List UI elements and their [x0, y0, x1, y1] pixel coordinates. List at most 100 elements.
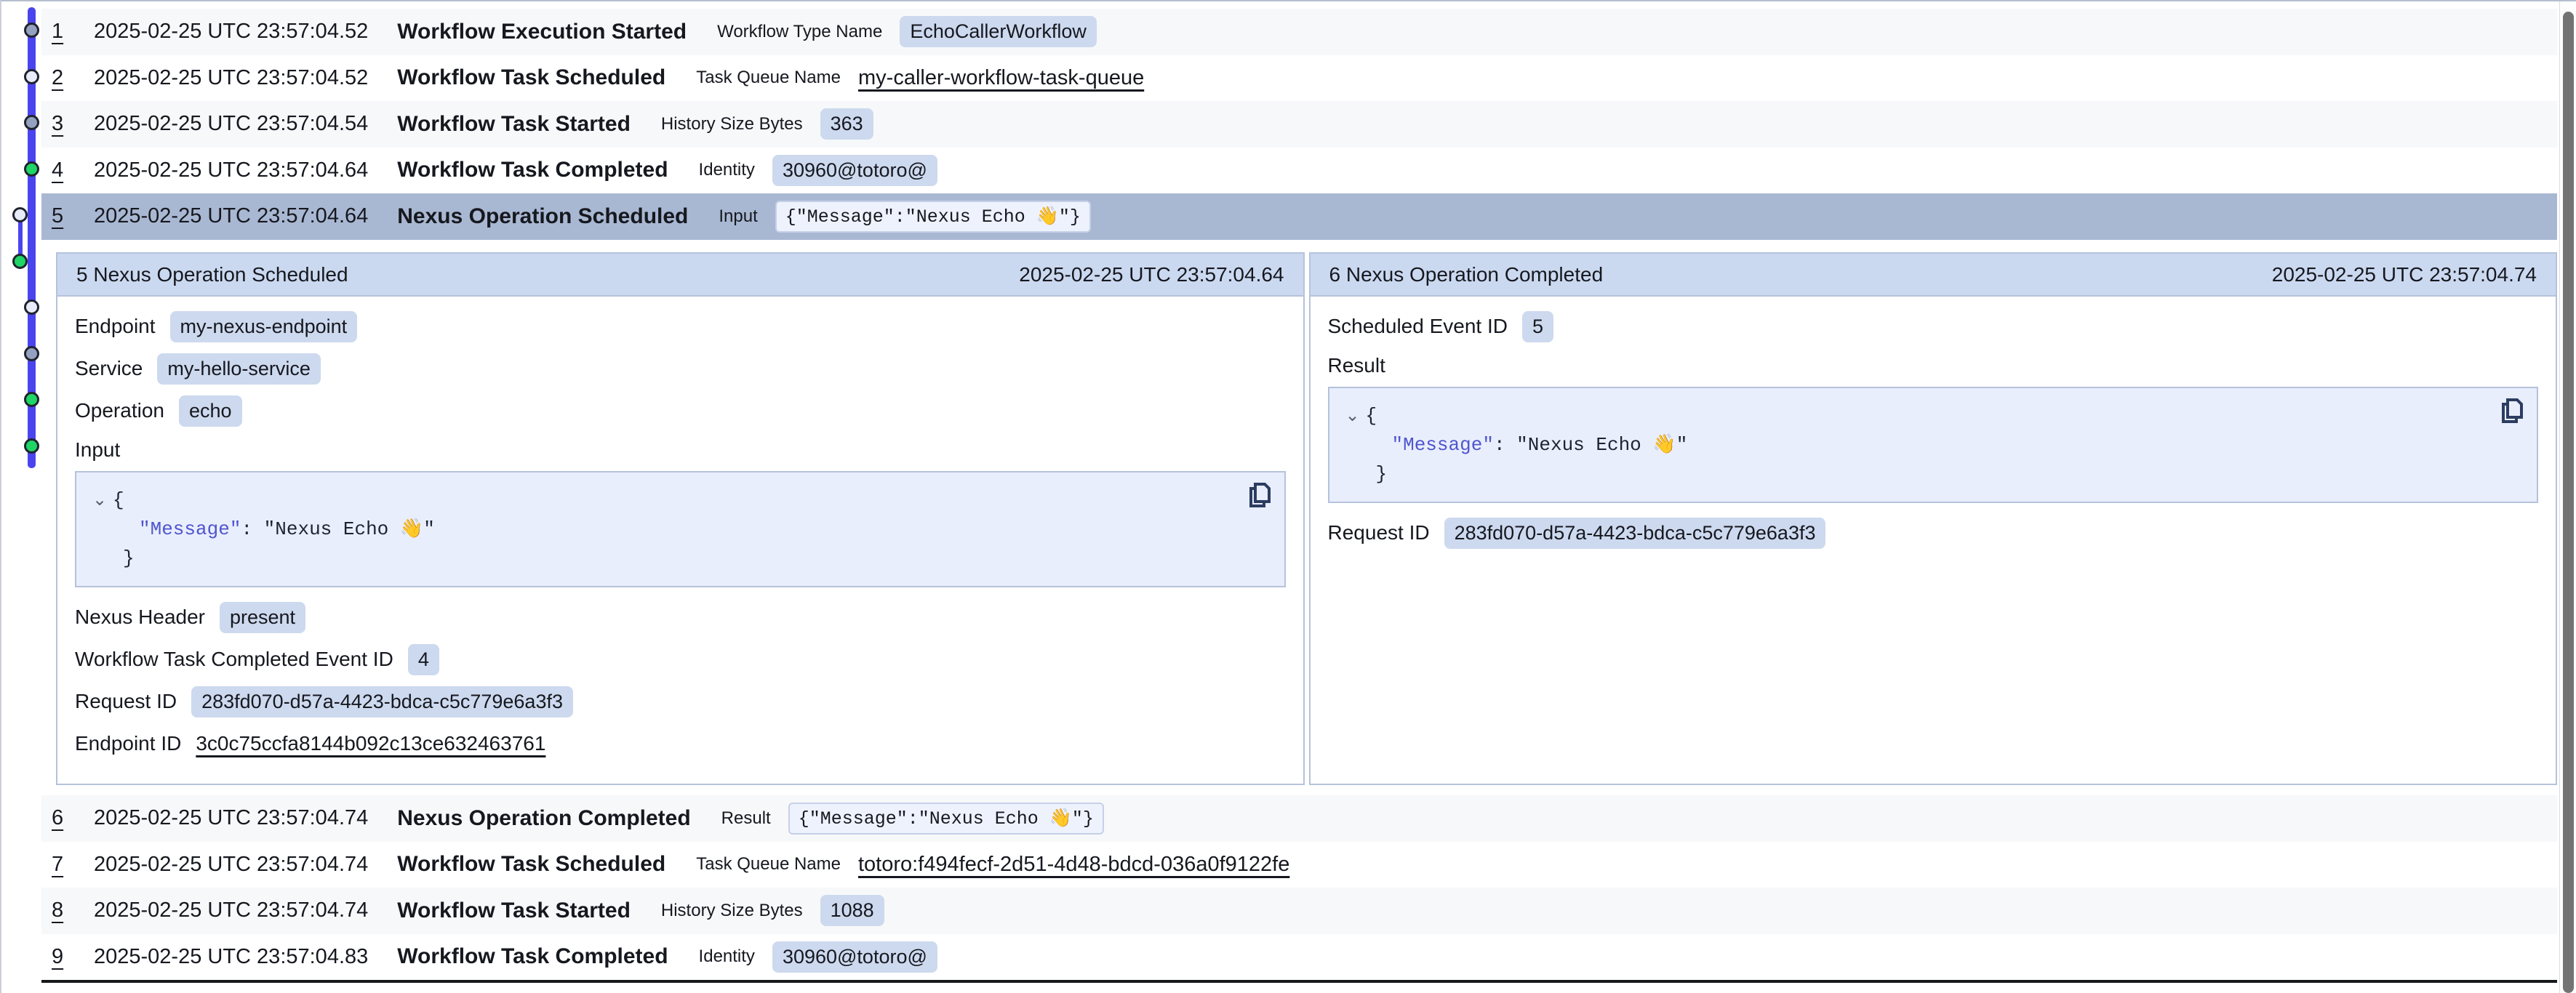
json-value: "Nexus Echo 👋" [1516, 434, 1687, 456]
detail-field-value[interactable]: 3c0c75ccfa8144b092c13ce632463761 [196, 732, 545, 755]
payload-json-viewer: ⌄{ "Message": "Nexus Echo 👋" } [75, 471, 1286, 587]
timeline-event-dot[interactable] [24, 161, 39, 177]
event-id-link[interactable]: 3 [52, 112, 73, 136]
detail-field-value: my-nexus-endpoint [170, 311, 358, 342]
detail-field-label: Request ID [1328, 521, 1430, 544]
collapse-chevron-icon[interactable]: ⌄ [92, 486, 113, 515]
event-name: Nexus Operation Scheduled [397, 204, 688, 229]
detail-field: Workflow Task Completed Event ID 4 [75, 643, 1286, 676]
json-open-brace: { [1366, 405, 1377, 427]
event-detail-group: 5 Nexus Operation Scheduled 2025-02-25 U… [56, 252, 2557, 785]
event-id-link[interactable]: 8 [52, 898, 73, 922]
json-line: ⌄{ [1345, 401, 2521, 430]
event-detail-panel-completed: 6 Nexus Operation Completed 2025-02-25 U… [1309, 252, 2558, 785]
event-row[interactable]: 7 2025-02-25 UTC 23:57:04.74 Workflow Ta… [41, 842, 2557, 888]
event-attr-label: Task Queue Name [696, 68, 841, 88]
scrollbar-thumb[interactable] [2563, 12, 2574, 993]
event-row[interactable]: 9 2025-02-25 UTC 23:57:04.83 Workflow Ta… [41, 934, 2557, 981]
event-list-bottom: 6 2025-02-25 UTC 23:57:04.74 Nexus Opera… [41, 795, 2557, 980]
event-row[interactable]: 1 2025-02-25 UTC 23:57:04.52 Workflow Ex… [41, 9, 2557, 55]
detail-field: Request ID 283fd070-d57a-4423-bdca-c5c77… [75, 685, 1286, 718]
timeline-event-dot[interactable] [24, 115, 39, 130]
event-attr-value: 30960@totoro@ [772, 941, 937, 973]
json-line: "Message": "Nexus Echo 👋" [1345, 430, 2521, 459]
timeline-event-dot[interactable] [12, 207, 28, 222]
detail-field: Request ID 283fd070-d57a-4423-bdca-c5c77… [1328, 516, 2539, 550]
event-attr-value: 363 [820, 108, 873, 140]
timeline-event-dot[interactable] [24, 392, 39, 407]
event-attr-label: History Size Bytes [661, 901, 803, 921]
panel-header: 5 Nexus Operation Scheduled 2025-02-25 U… [57, 254, 1303, 297]
json-colon: : [1494, 434, 1516, 456]
event-timestamp: 2025-02-25 UTC 23:57:04.54 [94, 112, 368, 136]
copy-icon [1247, 481, 1273, 510]
event-name: Workflow Task Started [397, 112, 631, 137]
event-timestamp: 2025-02-25 UTC 23:57:04.64 [94, 158, 368, 182]
json-line: } [92, 544, 1268, 573]
event-id-link[interactable]: 1 [52, 20, 73, 44]
detail-field-value: 283fd070-d57a-4423-bdca-c5c779e6a3f3 [191, 686, 573, 717]
detail-field-value: 5 [1522, 311, 1553, 342]
panel-timestamp: 2025-02-25 UTC 23:57:04.64 [1019, 263, 1284, 286]
timeline-event-dot[interactable] [24, 299, 39, 315]
json-line: } [1345, 459, 2521, 489]
timeline-event-dot[interactable] [12, 254, 28, 269]
event-detail-panel-scheduled: 5 Nexus Operation Scheduled 2025-02-25 U… [56, 252, 1305, 785]
panel-title: 6 Nexus Operation Completed [1329, 263, 1604, 286]
detail-field-label: Service [75, 357, 143, 380]
event-row[interactable]: 4 2025-02-25 UTC 23:57:04.64 Workflow Ta… [41, 148, 2557, 194]
event-attr-label: Identity [699, 160, 755, 180]
event-row[interactable]: 8 2025-02-25 UTC 23:57:04.74 Workflow Ta… [41, 888, 2557, 934]
event-id-link[interactable]: 4 [52, 158, 73, 182]
event-id-link[interactable]: 9 [52, 945, 73, 969]
timeline-event-dot[interactable] [24, 438, 39, 454]
event-row[interactable]: 2 2025-02-25 UTC 23:57:04.52 Workflow Ta… [41, 55, 2557, 102]
json-key: "Message" [1392, 434, 1494, 456]
event-timestamp: 2025-02-25 UTC 23:57:04.83 [94, 945, 368, 969]
json-close-brace: } [123, 547, 135, 569]
event-name: Workflow Task Started [397, 898, 631, 923]
detail-field-label: Operation [75, 399, 164, 422]
json-line: ⌄{ [92, 486, 1268, 515]
json-value: "Nexus Echo 👋" [264, 518, 435, 540]
event-name: Workflow Task Scheduled [397, 852, 665, 877]
copy-button[interactable] [2499, 397, 2525, 426]
event-name: Workflow Task Completed [397, 944, 668, 969]
event-row[interactable]: 3 2025-02-25 UTC 23:57:04.54 Workflow Ta… [41, 101, 2557, 148]
event-attr-value: 30960@totoro@ [772, 155, 937, 186]
json-open-brace: { [113, 489, 124, 511]
timeline-event-dot[interactable] [24, 346, 39, 361]
timeline-event-dot[interactable] [24, 69, 39, 84]
event-timestamp: 2025-02-25 UTC 23:57:04.52 [94, 66, 368, 90]
event-id-link[interactable]: 7 [52, 853, 73, 877]
panel-header: 6 Nexus Operation Completed 2025-02-25 U… [1311, 254, 2556, 297]
json-colon: : [241, 518, 263, 540]
event-attr-label: Workflow Type Name [717, 22, 882, 42]
json-key: "Message" [139, 518, 241, 540]
bottom-divider [41, 980, 2557, 983]
event-row[interactable]: 6 2025-02-25 UTC 23:57:04.74 Nexus Opera… [41, 795, 2557, 842]
event-timestamp: 2025-02-25 UTC 23:57:04.52 [94, 20, 368, 44]
event-timestamp: 2025-02-25 UTC 23:57:04.74 [94, 898, 368, 922]
event-row[interactable]: 5 2025-02-25 UTC 23:57:04.64 Nexus Opera… [41, 193, 2557, 240]
timeline-event-dot[interactable] [24, 23, 39, 38]
event-attr-label: Identity [699, 946, 755, 967]
payload-json-viewer: ⌄{ "Message": "Nexus Echo 👋" } [1328, 387, 2539, 503]
event-id-link[interactable]: 6 [52, 806, 73, 830]
event-timeline-rail [1, 1, 47, 496]
event-attr-value[interactable]: my-caller-workflow-task-queue [858, 66, 1144, 90]
event-name: Workflow Task Scheduled [397, 65, 665, 90]
detail-field-label: Request ID [75, 690, 177, 713]
copy-button[interactable] [1247, 481, 1273, 510]
event-id-link[interactable]: 5 [52, 204, 73, 228]
event-timestamp: 2025-02-25 UTC 23:57:04.74 [94, 806, 368, 830]
panel-body: Scheduled Event ID 5 Result ⌄{ "Message"… [1311, 297, 2556, 784]
detail-field: Scheduled Event ID 5 [1328, 310, 2539, 343]
vertical-scrollbar[interactable] [2559, 1, 2576, 993]
event-name: Workflow Execution Started [397, 20, 687, 44]
event-attr-value[interactable]: totoro:f494fecf-2d51-4d48-bdcd-036a0f912… [858, 853, 1289, 877]
event-attr-value: 1088 [820, 895, 884, 926]
event-id-link[interactable]: 2 [52, 66, 73, 90]
detail-field: Operation echo [75, 394, 1286, 427]
collapse-chevron-icon[interactable]: ⌄ [1345, 401, 1366, 430]
